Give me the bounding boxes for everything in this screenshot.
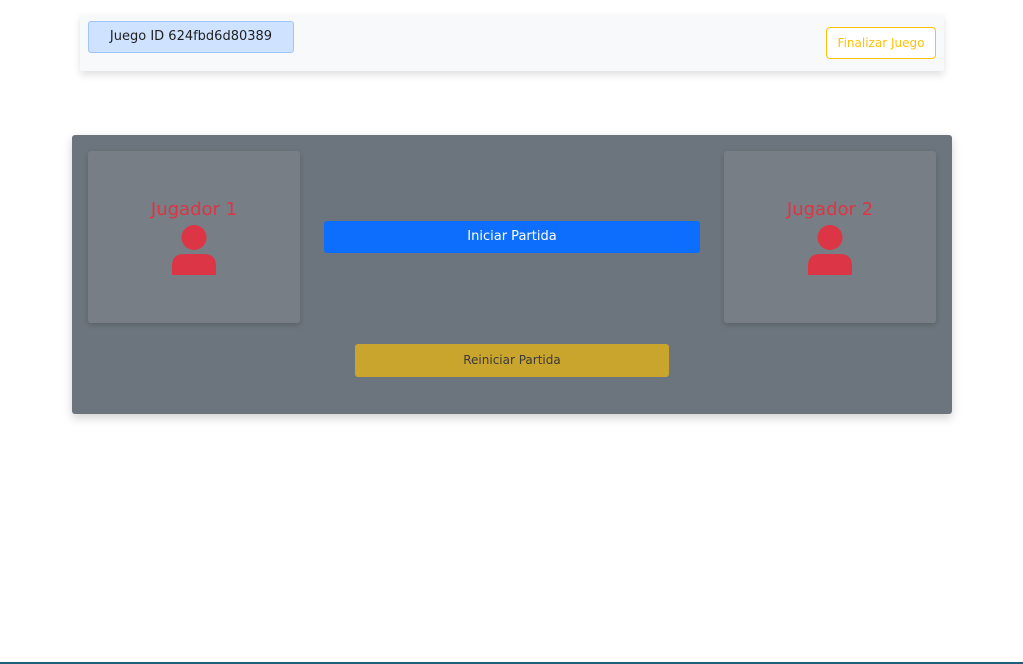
player-2-card: Jugador 2 <box>724 151 936 323</box>
player-2-name: Jugador 2 <box>786 199 874 220</box>
start-match-button[interactable]: Iniciar Partida <box>324 221 700 253</box>
user-icon <box>808 225 852 275</box>
game-id-badge: Juego ID 624fbd6d80389 <box>88 21 294 53</box>
player-1-card: Jugador 1 <box>88 151 300 323</box>
player-1-name: Jugador 1 <box>150 199 238 220</box>
finish-game-button[interactable]: Finalizar Juego <box>826 27 936 59</box>
reset-match-button[interactable]: Reiniciar Partida <box>355 344 669 377</box>
game-header: Juego ID 624fbd6d80389 Finalizar Juego <box>80 14 944 71</box>
user-icon <box>172 225 216 275</box>
game-board: Jugador 1 Iniciar Partida Jugador 2 Rein… <box>72 135 952 414</box>
